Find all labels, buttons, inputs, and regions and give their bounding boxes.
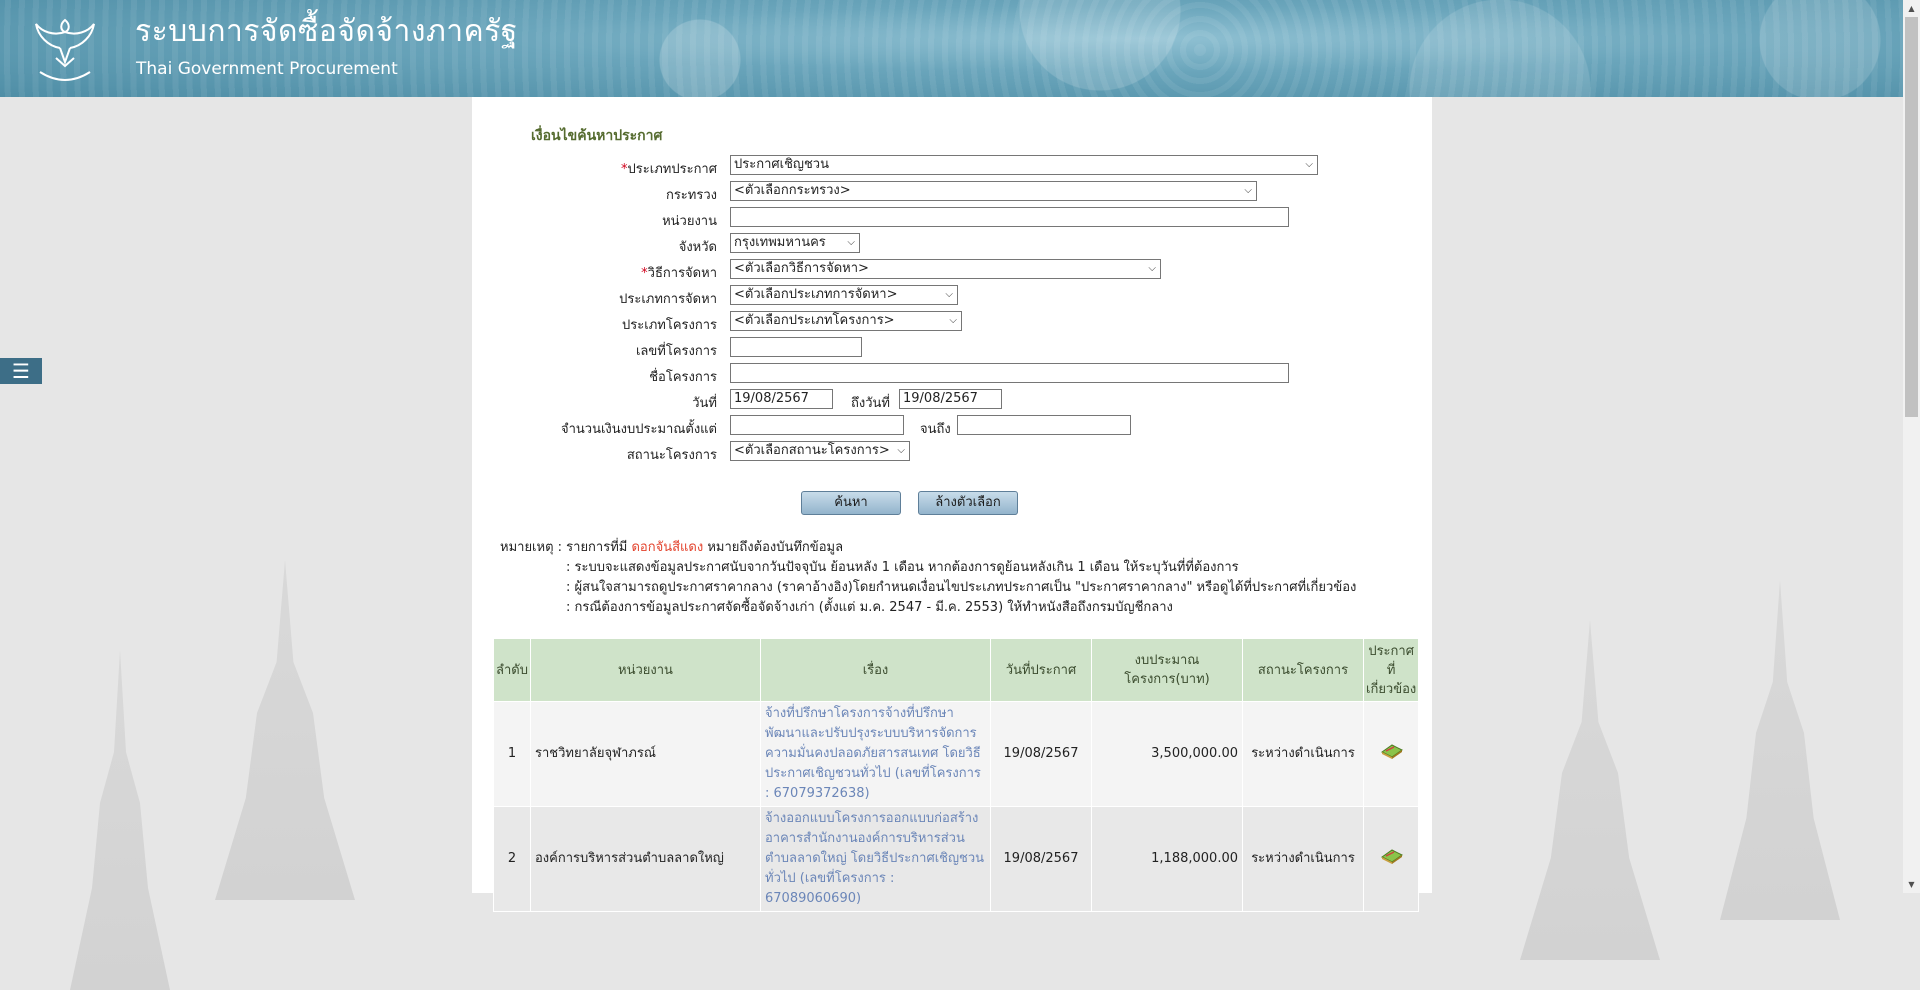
scroll-down-icon[interactable]: ▼ bbox=[1903, 876, 1920, 893]
budget-to-label: จนถึง bbox=[920, 422, 951, 437]
date-to-input[interactable]: 19/08/2567 bbox=[899, 389, 1002, 409]
procurement-type-value: <ตัวเลือกประเภทการจัดหา> bbox=[734, 287, 898, 302]
temple-silhouette bbox=[70, 650, 170, 990]
budget-from-input[interactable] bbox=[730, 415, 904, 435]
row-date: 19/08/2567 bbox=[990, 806, 1092, 912]
announcement-type-label: ประเภทประกาศ bbox=[627, 162, 717, 177]
related-doc-cell bbox=[1362, 701, 1420, 807]
table-row[interactable]: 2 องค์การบริหารส่วนตำบลลาดใหญ่ จ้างออกแบ… bbox=[493, 806, 1420, 912]
project-type-value: <ตัวเลือกประเภทโครงการ> bbox=[734, 313, 895, 328]
col-seq-header: ลำดับ bbox=[493, 638, 531, 702]
procurement-type-select[interactable]: <ตัวเลือกประเภทการจัดหา> ⌵ bbox=[730, 285, 958, 305]
book-icon[interactable] bbox=[1380, 742, 1404, 759]
row-budget: 3,500,000.00 bbox=[1091, 701, 1243, 807]
note-text: หมายถึงต้องบันทึกข้อมูล bbox=[703, 540, 844, 555]
project-name-label: ชื่อโครงการ bbox=[649, 370, 717, 385]
budget-to-input[interactable] bbox=[957, 415, 1131, 435]
method-label: วิธีการจัดหา bbox=[647, 266, 717, 281]
table-header-row: ลำดับ หน่วยงาน เรื่อง วันที่ประกาศ งบประ… bbox=[493, 638, 1420, 702]
note-line-2: : ระบบจะแสดงข้อมูลประกาศนับจากวันปัจจุบั… bbox=[566, 560, 1239, 575]
ministry-select[interactable]: <ตัวเลือกกระทรวง> ⌵ bbox=[730, 181, 1257, 201]
notes-prefix: หมายเหตุ : bbox=[500, 540, 567, 555]
chevron-down-icon: ⌵ bbox=[945, 289, 953, 300]
site-subtitle: Thai Government Procurement bbox=[136, 59, 398, 79]
announcement-type-select[interactable]: ประกาศเชิญชวน ⌵ bbox=[730, 155, 1318, 175]
project-no-label: เลขที่โครงการ bbox=[635, 344, 717, 359]
date-from-label: วันที่ bbox=[692, 396, 717, 411]
search-button[interactable]: ค้นหา bbox=[801, 491, 901, 515]
method-select[interactable]: <ตัวเลือกวิธีการจัดหา> ⌵ bbox=[730, 259, 1161, 279]
site-title: ระบบการจัดซื้อจัดจ้างภาครัฐ bbox=[135, 14, 518, 49]
row-subject-link[interactable]: จ้างออกแบบโครงการออกแบบก่อสร้างอาคารสำนั… bbox=[765, 811, 984, 906]
note-red-text: ดอกจันสีแดง bbox=[631, 540, 704, 555]
site-header: ระบบการจัดซื้อจัดจ้างภาครัฐ Thai Governm… bbox=[0, 0, 1903, 97]
province-label: จังหวัด bbox=[678, 240, 717, 255]
ministry-value: <ตัวเลือกกระทรวง> bbox=[734, 183, 851, 198]
book-icon[interactable] bbox=[1380, 847, 1404, 864]
note-line-1: หมายเหตุ : รายการที่มี ดอกจันสีแดง หมายถ… bbox=[500, 538, 843, 558]
row-status: ระหว่างดำเนินการ bbox=[1242, 701, 1364, 807]
project-no-input[interactable] bbox=[730, 337, 862, 357]
temple-silhouette bbox=[1520, 620, 1660, 960]
chevron-down-icon: ⌵ bbox=[949, 315, 957, 326]
main-content: เงื่อนไขค้นหาประกาศ *ประเภทประกาศ ประกาศ… bbox=[472, 97, 1432, 912]
scroll-up-icon[interactable]: ▲ bbox=[1903, 0, 1920, 17]
row-budget: 1,188,000.00 bbox=[1091, 806, 1243, 912]
project-name-input[interactable] bbox=[730, 363, 1289, 383]
agency-input[interactable] bbox=[730, 207, 1289, 227]
date-to-label: ถึงวันที่ bbox=[851, 396, 890, 411]
hamburger-icon: ☰ bbox=[12, 359, 30, 383]
row-seq: 1 bbox=[493, 701, 531, 807]
agency-label: หน่วยงาน bbox=[662, 214, 717, 229]
province-value: กรุงเทพมหานคร bbox=[734, 235, 826, 250]
scrollbar-thumb[interactable] bbox=[1905, 17, 1918, 417]
menu-toggle-button[interactable]: ☰ bbox=[0, 358, 42, 384]
row-agency: องค์การบริหารส่วนตำบลลาดใหญ่ bbox=[530, 806, 761, 912]
results-table: ลำดับ หน่วยงาน เรื่อง วันที่ประกาศ งบประ… bbox=[493, 638, 1420, 912]
col-related-header: ประกาศที่เกี่ยวข้อง bbox=[1362, 638, 1420, 702]
date-from-input[interactable]: 19/08/2567 bbox=[730, 389, 833, 409]
row-date: 19/08/2567 bbox=[990, 701, 1092, 807]
province-select[interactable]: กรุงเทพมหานคร ⌵ bbox=[730, 233, 860, 253]
row-agency: ราชวิทยาลัยจุฬาภรณ์ bbox=[530, 701, 761, 807]
page-scrollbar[interactable]: ▲ ▼ bbox=[1903, 0, 1920, 893]
status-label: สถานะโครงการ bbox=[626, 448, 717, 463]
note-text: รายการที่มี bbox=[566, 540, 632, 555]
ministry-label: กระทรวง bbox=[665, 188, 717, 203]
garuda-logo-icon[interactable] bbox=[30, 14, 100, 86]
col-status-header: สถานะโครงการ bbox=[1242, 638, 1364, 702]
chevron-down-icon: ⌵ bbox=[847, 237, 855, 248]
related-doc-cell bbox=[1362, 806, 1420, 912]
procurement-type-label: ประเภทการจัดหา bbox=[619, 292, 717, 307]
col-agency-header: หน่วยงาน bbox=[530, 638, 761, 702]
note-line-4: : กรณีต้องการข้อมูลประกาศจัดซื้อจัดจ้างเ… bbox=[566, 600, 1173, 615]
table-row[interactable]: 1 ราชวิทยาลัยจุฬาภรณ์ จ้างที่ปรึกษาโครงก… bbox=[493, 701, 1420, 807]
status-select[interactable]: <ตัวเลือกสถานะโครงการ> ⌵ bbox=[730, 441, 910, 461]
temple-silhouette bbox=[215, 560, 355, 900]
project-type-select[interactable]: <ตัวเลือกประเภทโครงการ> ⌵ bbox=[730, 311, 962, 331]
status-value: <ตัวเลือกสถานะโครงการ> bbox=[734, 443, 890, 458]
col-budget-header: งบประมาณโครงการ(บาท) bbox=[1091, 638, 1243, 702]
temple-silhouette bbox=[1720, 580, 1840, 920]
announcement-type-value: ประกาศเชิญชวน bbox=[734, 157, 829, 172]
row-subject-link[interactable]: จ้างที่ปรึกษาโครงการจ้างที่ปรึกษาพัฒนาแล… bbox=[765, 706, 981, 801]
clear-button[interactable]: ล้างตัวเลือก bbox=[918, 491, 1018, 515]
row-seq: 2 bbox=[493, 806, 531, 912]
col-subject-header: เรื่อง bbox=[760, 638, 991, 702]
budget-from-label: จำนวนเงินงบประมาณตั้งแต่ bbox=[560, 422, 717, 437]
chevron-down-icon: ⌵ bbox=[1244, 185, 1252, 196]
note-line-3: : ผู้สนใจสามารถดูประกาศราคากลาง (ราคาอ้า… bbox=[566, 580, 1357, 595]
row-status: ระหว่างดำเนินการ bbox=[1242, 806, 1364, 912]
chevron-down-icon: ⌵ bbox=[1305, 159, 1313, 170]
col-date-header: วันที่ประกาศ bbox=[990, 638, 1092, 702]
project-type-label: ประเภทโครงการ bbox=[622, 318, 717, 333]
chevron-down-icon: ⌵ bbox=[1148, 263, 1156, 274]
method-value: <ตัวเลือกวิธีการจัดหา> bbox=[734, 261, 869, 276]
chevron-down-icon: ⌵ bbox=[897, 445, 905, 456]
search-section-title: เงื่อนไขค้นหาประกาศ bbox=[531, 128, 663, 144]
